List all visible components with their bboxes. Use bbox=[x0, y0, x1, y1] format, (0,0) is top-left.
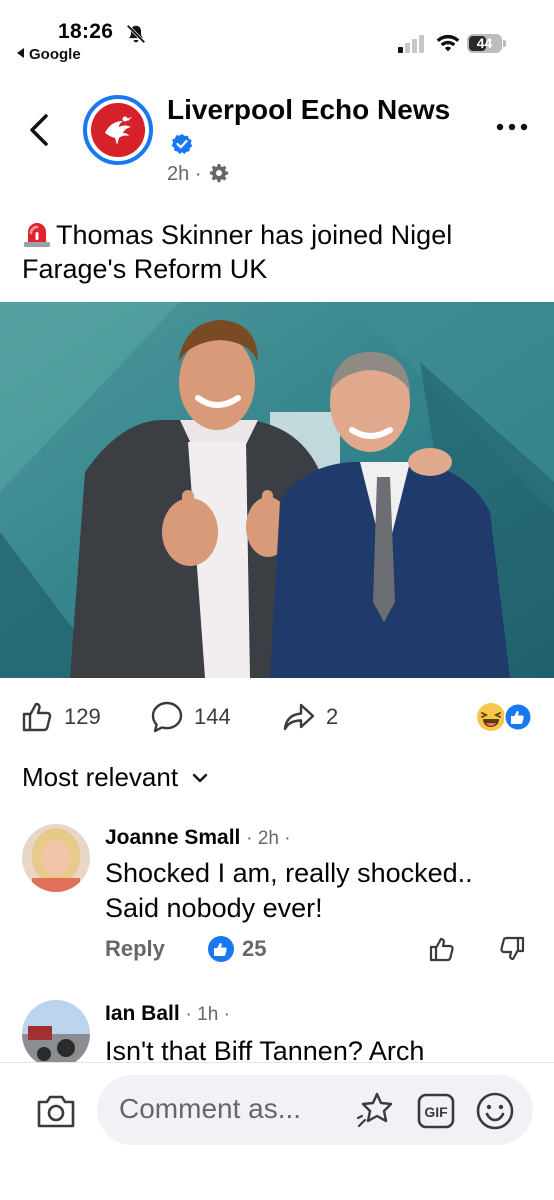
like-reaction-icon bbox=[504, 703, 532, 731]
commenter-avatar[interactable] bbox=[22, 824, 90, 892]
haha-reaction-icon bbox=[477, 703, 505, 731]
page-name: Liverpool Echo News bbox=[167, 94, 451, 125]
comment-button[interactable]: 144 bbox=[150, 695, 231, 739]
reaction-summary-icons[interactable] bbox=[476, 701, 534, 733]
back-to-app-link[interactable]: Google bbox=[17, 46, 81, 63]
svg-text:GIF: GIF bbox=[424, 1104, 448, 1120]
comment-input[interactable]: Comment as... GIF bbox=[97, 1075, 533, 1145]
comment-composer: Comment as... GIF bbox=[0, 1062, 554, 1200]
like-count: 129 bbox=[64, 704, 101, 729]
avatar-sticker-icon[interactable] bbox=[355, 1090, 397, 1130]
comment-time: · 2h · bbox=[246, 828, 291, 849]
comment-dislike-icon[interactable] bbox=[497, 934, 527, 964]
share-button[interactable]: 2 bbox=[282, 695, 338, 739]
comment-author: Joanne Small bbox=[105, 826, 241, 849]
comment-text: Shocked I am, really shocked.. Said nobo… bbox=[105, 858, 473, 923]
share-count: 2 bbox=[326, 704, 339, 729]
post-time: 2h bbox=[167, 163, 190, 185]
cellular-signal-icon bbox=[398, 35, 424, 53]
page-name-link[interactable]: Liverpool Echo News bbox=[167, 93, 467, 161]
comment-text: Isn't that Biff Tannen? Arch bbox=[105, 1036, 425, 1062]
verified-badge-icon bbox=[171, 134, 193, 154]
comment-bubble-icon bbox=[151, 701, 183, 733]
comment-like-badge-icon bbox=[208, 936, 234, 962]
wifi-icon bbox=[436, 34, 460, 52]
post-text-body: Thomas Skinner has joined Nigel Farage's… bbox=[22, 220, 453, 284]
post-action-row: 129 144 2 bbox=[0, 695, 554, 739]
camera-icon[interactable] bbox=[35, 1092, 77, 1130]
siren-emoji-icon bbox=[24, 223, 50, 247]
comment-placeholder: Comment as... bbox=[119, 1093, 302, 1124]
audience-gear-icon[interactable] bbox=[209, 163, 229, 183]
comment-actions: Reply 25 bbox=[105, 934, 535, 968]
comment-author: Ian Ball bbox=[105, 1002, 180, 1025]
post-photo[interactable] bbox=[0, 302, 554, 678]
status-time: 18:26 bbox=[58, 20, 114, 43]
back-app-label: Google bbox=[29, 46, 81, 63]
like-button[interactable]: 129 bbox=[20, 695, 101, 739]
back-triangle-icon bbox=[17, 48, 24, 58]
commenter-name[interactable]: Ian Ball · 1h · bbox=[105, 1002, 230, 1026]
thumbs-up-icon bbox=[22, 702, 52, 732]
comment-like-count: 25 bbox=[242, 936, 267, 961]
share-arrow-icon bbox=[283, 703, 315, 731]
more-options-icon[interactable] bbox=[494, 115, 530, 139]
commenter-name[interactable]: Joanne Small · 2h · bbox=[105, 826, 291, 850]
sort-label: Most relevant bbox=[22, 762, 179, 792]
comment-like-icon[interactable] bbox=[427, 934, 457, 964]
comment-item: Joanne Small · 2h · Shocked I am, really… bbox=[0, 820, 554, 980]
comment-time: · 1h · bbox=[185, 1004, 230, 1025]
meta-separator: · bbox=[194, 163, 202, 185]
post-text: Thomas Skinner has joined Nigel Farage's… bbox=[22, 218, 532, 286]
commenter-avatar[interactable] bbox=[22, 1000, 90, 1062]
battery-icon: 44 bbox=[467, 34, 507, 53]
gif-icon[interactable]: GIF bbox=[417, 1093, 455, 1129]
avatar-photo bbox=[22, 824, 90, 892]
comment-count: 144 bbox=[194, 704, 231, 729]
photo-illustration bbox=[0, 302, 554, 678]
comment-item: Ian Ball · 1h · Isn't that Biff Tannen? … bbox=[0, 996, 554, 1062]
battery-level: 44 bbox=[476, 35, 493, 51]
comment-sort-dropdown[interactable]: Most relevant bbox=[22, 762, 210, 793]
page-avatar[interactable] bbox=[83, 95, 153, 165]
emoji-icon[interactable] bbox=[475, 1091, 515, 1131]
reply-button[interactable]: Reply bbox=[105, 936, 165, 962]
chevron-down-icon bbox=[192, 773, 208, 782]
liverbird-logo-icon bbox=[91, 103, 145, 157]
post-meta: 2h · bbox=[167, 163, 229, 186]
bell-muted-icon bbox=[126, 24, 146, 44]
back-arrow-icon[interactable] bbox=[22, 108, 58, 152]
status-bar: 18:26 Google 44 bbox=[0, 0, 554, 70]
avatar-photo bbox=[22, 1000, 90, 1062]
